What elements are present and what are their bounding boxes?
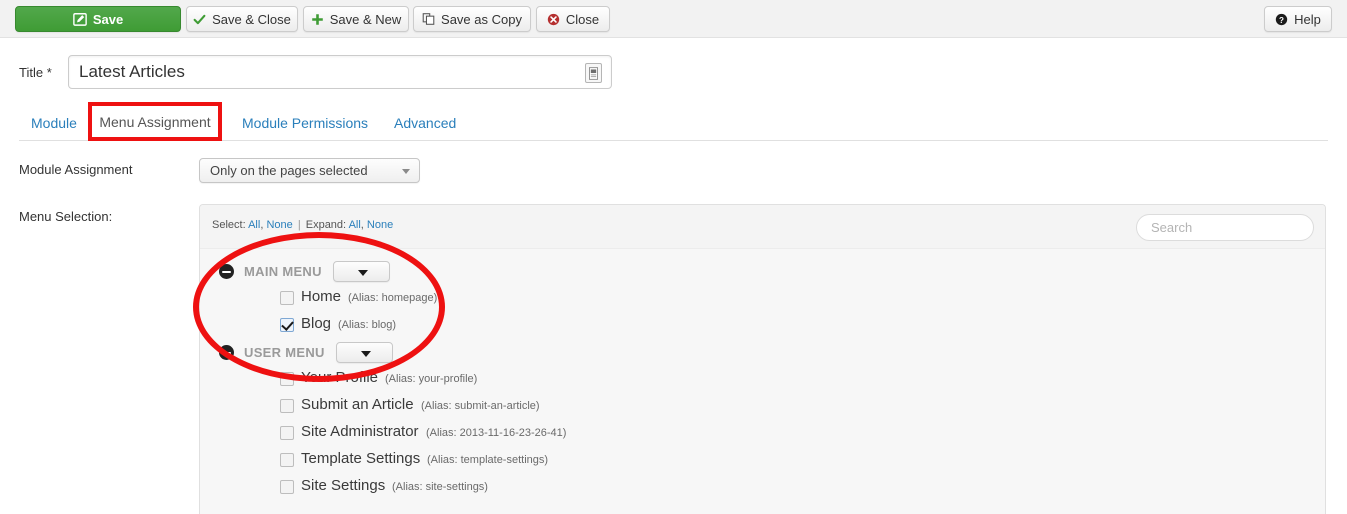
save-and-close-button[interactable]: Save & Close (186, 6, 298, 32)
collapse-minus-icon[interactable] (219, 345, 234, 360)
menu-selection-toolbar: Select: All, None | Expand: All, None (200, 205, 1325, 249)
save-as-copy-button-label: Save as Copy (441, 11, 522, 27)
menu-tree-item[interactable]: Site Administrator (Alias: 2013-11-16-23-… (200, 422, 1325, 447)
close-circle-icon (547, 13, 560, 26)
menu-selection-panel: Select: All, None | Expand: All, None MA… (199, 204, 1326, 514)
help-button-label: Help (1294, 11, 1321, 27)
menu-item-alias: (Alias: your-profile) (385, 373, 478, 385)
menu-item-alias: (Alias: submit-an-article) (421, 400, 540, 412)
title-input[interactable] (69, 56, 611, 88)
chevron-down-icon (361, 351, 371, 357)
tab-advanced[interactable]: Advanced (382, 106, 468, 140)
menu-item-name: Template Settings (301, 450, 421, 467)
menu-item-checkbox[interactable] (280, 318, 294, 332)
title-label: Title * (19, 65, 52, 80)
expand-all-link[interactable]: All (349, 219, 361, 231)
close-button[interactable]: Close (536, 6, 610, 32)
select-expand-links: Select: All, None | Expand: All, None (212, 219, 394, 231)
menu-item-checkbox[interactable] (280, 480, 294, 494)
menu-group-dropdown-button[interactable] (333, 261, 390, 282)
save-and-close-button-label: Save & Close (212, 11, 291, 27)
module-assignment-select[interactable]: Only on the pages selected (199, 158, 420, 183)
copy-icon (422, 12, 435, 26)
required-marker: * (46, 65, 52, 80)
menu-item-name: Site Settings (301, 477, 386, 494)
module-assignment-value: Only on the pages selected (210, 163, 368, 178)
menu-group-title: MAIN MENU (244, 264, 322, 279)
menu-item-alias: (Alias: 2013-11-16-23-26-41) (426, 427, 567, 439)
chevron-down-icon (402, 169, 410, 174)
title-label-text: Title (19, 65, 44, 80)
plus-icon (311, 13, 324, 26)
menu-item-name: Blog (301, 315, 332, 332)
menu-item-checkbox[interactable] (280, 453, 294, 467)
save-button-label: Save (92, 11, 124, 27)
search-box[interactable] (1136, 214, 1314, 241)
tab-menu-assignment-label: Menu Assignment (105, 115, 217, 131)
select-all-link[interactable]: All (248, 219, 260, 231)
save-as-copy-button[interactable]: Save as Copy (413, 6, 531, 32)
menu-item-checkbox[interactable] (280, 372, 294, 386)
menu-group-2: USER MENU (200, 341, 1325, 367)
tab-advanced-label: Advanced (394, 115, 457, 131)
menu-item-name: Submit an Article (301, 396, 414, 413)
help-circle-icon: ? (1275, 13, 1288, 26)
save-button[interactable]: Save (15, 6, 181, 32)
menu-item-checkbox[interactable] (280, 399, 294, 413)
menu-item-name: Your Profile (301, 369, 378, 386)
menu-selection-label: Menu Selection: (19, 209, 113, 224)
tab-bar: Module Menu Assignment Module Permission… (19, 106, 1328, 141)
expand-none-link[interactable]: None (367, 219, 393, 231)
tab-module[interactable]: Module (19, 106, 89, 140)
menu-tree: MAIN MENU Home (Alias: homepage) Blog (Alias… (200, 250, 1325, 514)
menu-tree-item[interactable]: Home (Alias: homepage) (200, 287, 1325, 312)
close-button-label: Close (565, 11, 600, 27)
menu-tree-item[interactable]: Your Profile (Alias: your-profile) (200, 368, 1325, 393)
module-assignment-label: Module Assignment (19, 162, 133, 177)
menu-item-name: Site Administrator (301, 423, 419, 440)
menu-item-checkbox[interactable] (280, 426, 294, 440)
title-input-wrapper[interactable] (68, 55, 612, 89)
select-none-link[interactable]: None (266, 219, 292, 231)
menu-group-1: MAIN MENU (200, 260, 1325, 286)
menu-tree-item[interactable]: Submit an Article (Alias: submit-an-artic… (200, 395, 1325, 420)
check-icon (193, 13, 206, 26)
menu-group-title: USER MENU (244, 345, 325, 360)
help-button[interactable]: ? Help (1264, 6, 1332, 32)
search-input[interactable] (1137, 215, 1313, 240)
tab-module-label: Module (31, 115, 77, 131)
tab-module-permissions-label: Module Permissions (242, 115, 369, 131)
pencil-square-icon (72, 12, 87, 26)
menu-item-checkbox[interactable] (280, 291, 294, 305)
links-separator: | (297, 219, 301, 231)
save-and-new-button[interactable]: Save & New (303, 6, 409, 32)
tab-module-permissions[interactable]: Module Permissions (230, 106, 380, 140)
menu-item-name: Home (301, 288, 342, 305)
menu-tree-item[interactable]: Site Settings (Alias: site-settings) (200, 476, 1325, 501)
collapse-minus-icon[interactable] (219, 264, 234, 279)
article-icon[interactable] (585, 63, 602, 83)
title-row: Title * (0, 55, 1347, 91)
menu-item-alias: (Alias: homepage) (348, 292, 438, 304)
toolbar: Save Save & Close Save & New Save as Cop… (0, 0, 1347, 38)
menu-group-dropdown-button[interactable] (336, 342, 393, 363)
menu-item-alias: (Alias: blog) (338, 319, 397, 331)
chevron-down-icon (358, 270, 368, 276)
menu-tree-item[interactable]: Blog (Alias: blog) (200, 314, 1325, 339)
select-prefix: Select: (212, 219, 246, 231)
menu-item-alias: (Alias: site-settings) (392, 481, 488, 493)
menu-tree-item[interactable]: Template Settings (Alias: template-settin… (200, 449, 1325, 474)
menu-item-alias: (Alias: template-settings) (427, 454, 549, 466)
expand-prefix: Expand: (305, 219, 347, 231)
save-and-new-button-label: Save & New (329, 11, 402, 27)
svg-text:?: ? (1279, 15, 1284, 24)
tab-menu-assignment[interactable]: Menu Assignment (93, 106, 228, 140)
